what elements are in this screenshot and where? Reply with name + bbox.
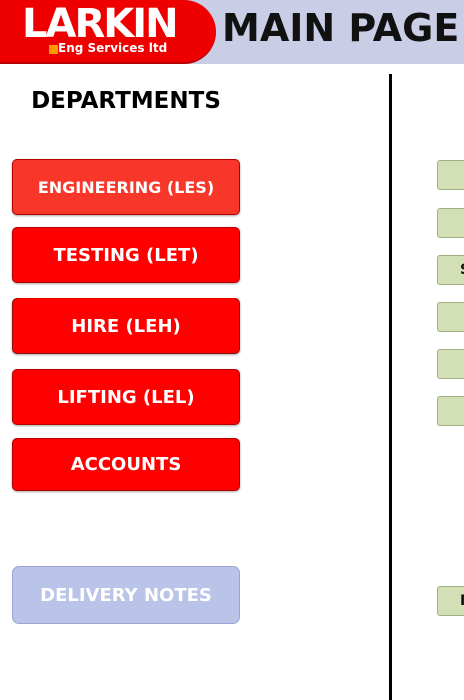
- page-title: MAIN PAGE: [222, 6, 460, 50]
- right-panel-button-5[interactable]: [437, 349, 464, 379]
- right-panel-button-1[interactable]: [437, 160, 464, 190]
- accounts-button[interactable]: ACCOUNTS: [12, 438, 240, 491]
- larkin-logo: LARKIN Eng Services ltd: [0, 0, 216, 64]
- departments-heading: DEPARTMENTS: [31, 88, 221, 114]
- logo-text: LARKIN: [22, 1, 179, 47]
- header-bar: LARKIN Eng Services ltd MAIN PAGE: [0, 0, 464, 64]
- testing-button[interactable]: TESTING (LET): [12, 227, 240, 283]
- hire-button[interactable]: HIRE (LEH): [12, 298, 240, 354]
- logo-subtext: Eng Services ltd: [58, 41, 168, 55]
- delivery-notes-button[interactable]: DELIVERY NOTES: [12, 566, 240, 624]
- right-panel-button-2[interactable]: [437, 208, 464, 238]
- right-panel-button-7[interactable]: F: [437, 586, 464, 616]
- engineering-button[interactable]: ENGINEERING (LES): [12, 159, 240, 215]
- lifting-button[interactable]: LIFTING (LEL): [12, 369, 240, 425]
- logo-square-mark: [49, 45, 58, 54]
- vertical-divider: [389, 74, 392, 700]
- right-panel-button-3[interactable]: S: [437, 255, 464, 285]
- right-panel-button-4[interactable]: [437, 302, 464, 332]
- right-panel-button-6[interactable]: [437, 396, 464, 426]
